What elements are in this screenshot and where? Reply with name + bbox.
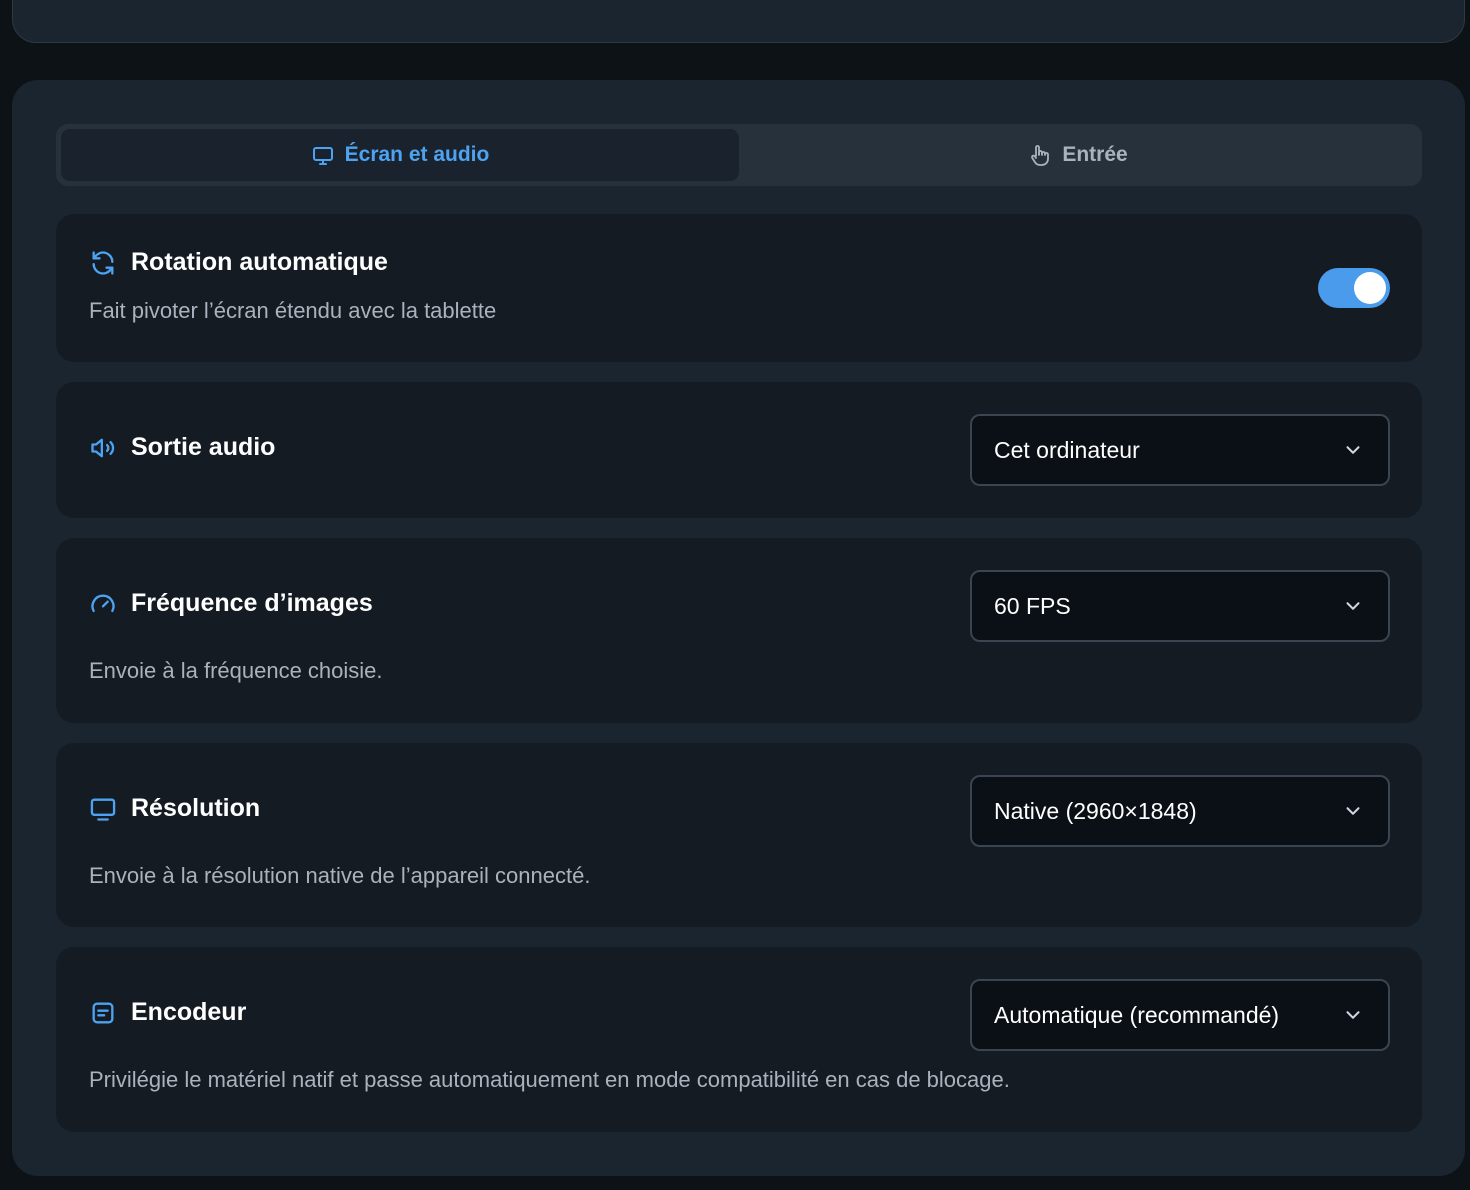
previous-section-card — [12, 0, 1465, 43]
chevron-down-icon — [1346, 602, 1360, 610]
framerate-title: Fréquence d’images — [89, 589, 373, 618]
framerate-description: Envoie à la fréquence choisie. — [89, 658, 383, 683]
tab-display-audio[interactable]: Écran et audio — [61, 129, 739, 181]
chevron-down-icon — [1346, 446, 1360, 454]
monitor-icon — [90, 798, 116, 821]
resolution-title: Résolution — [89, 794, 260, 823]
rotation-title: Rotation automatique — [89, 248, 388, 277]
audio-output-select[interactable]: Cet ordinateur — [970, 414, 1390, 486]
encoder-card: Encodeur Automatique (recommandé) Privil… — [56, 947, 1422, 1132]
rotation-card: Rotation automatique Fait pivoter l’écra… — [56, 214, 1422, 362]
chevron-down-icon — [1346, 1011, 1360, 1019]
settings-panel: Écran et audio Entrée Rotation automatiq… — [12, 80, 1465, 1176]
audio-card: Sortie audio Cet ordinateur — [56, 382, 1422, 518]
rotation-description: Fait pivoter l’écran étendu avec la tabl… — [89, 298, 497, 323]
refresh-icon — [92, 250, 114, 275]
resolution-card: Résolution Native (2960×1848) Envoie à l… — [56, 743, 1422, 927]
chevron-down-icon — [1346, 807, 1360, 815]
speaker-icon — [91, 438, 115, 457]
resolution-description: Envoie à la résolution native de l’appar… — [89, 863, 591, 888]
tab-input[interactable]: Entrée — [739, 129, 1417, 181]
framerate-select[interactable]: 60 FPS — [970, 570, 1390, 642]
encoder-title: Encodeur — [89, 998, 246, 1027]
audio-title: Sortie audio — [89, 433, 275, 462]
gauge-icon — [91, 594, 115, 612]
select-value: Cet ordinateur — [994, 436, 1140, 463]
encoder-select[interactable]: Automatique (recommandé) — [970, 979, 1390, 1051]
select-value: 60 FPS — [994, 592, 1071, 619]
encoder-icon — [92, 1002, 114, 1023]
select-value: Native (2960×1848) — [994, 797, 1197, 824]
tab-label: Écran et audio — [344, 143, 490, 166]
encoder-description: Privilégie le matériel natif et passe au… — [89, 1067, 1010, 1092]
select-value: Automatique (recommandé) — [994, 1001, 1280, 1028]
hand-icon — [1031, 145, 1050, 166]
tab-label: Entrée — [1062, 143, 1128, 166]
monitor-icon — [312, 147, 333, 165]
toggle-knob — [1354, 272, 1386, 304]
tab-bar: Écran et audio Entrée — [56, 124, 1422, 186]
rotation-toggle[interactable] — [1318, 268, 1390, 308]
resolution-select[interactable]: Native (2960×1848) — [970, 775, 1390, 847]
framerate-card: Fréquence d’images 60 FPS Envoie à la fr… — [56, 538, 1422, 723]
